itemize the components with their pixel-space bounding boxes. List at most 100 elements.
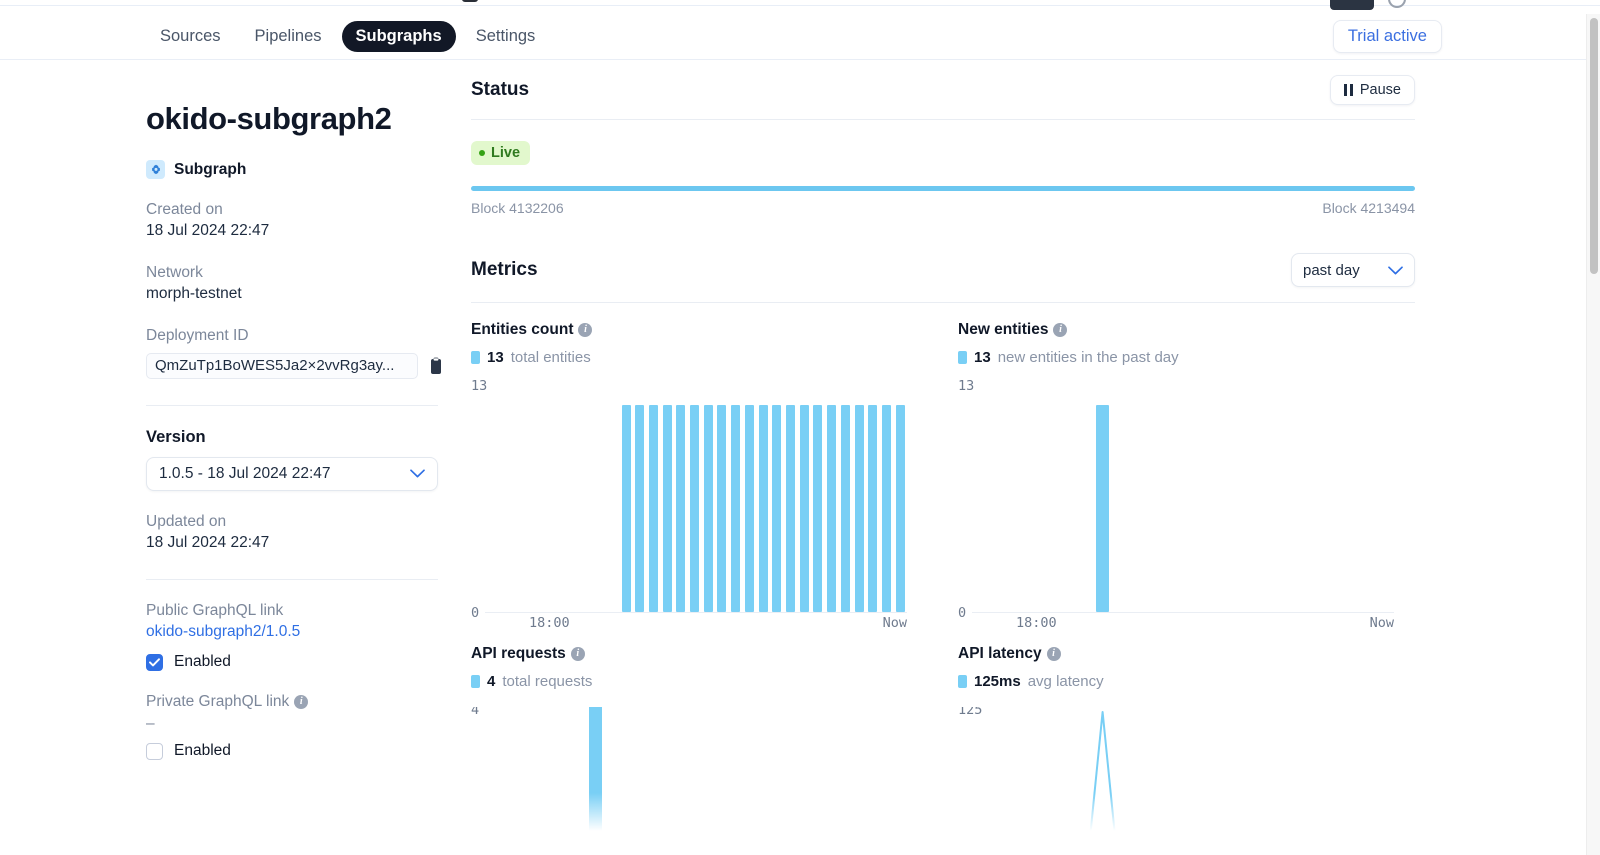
metric-card-entities-count: Entities counti 13 total entities 13 0 1…: [471, 321, 958, 613]
bar-series: [972, 383, 1394, 612]
network-field: Network morph-testnet: [146, 263, 446, 305]
private-graphql-link-field: Private GraphQL linki – Enabled: [146, 692, 446, 760]
public-enabled-label: Enabled: [174, 653, 231, 671]
bar: [800, 405, 809, 612]
x-tick-right: Now: [883, 615, 907, 631]
metric-legend: 4 total requests: [471, 673, 958, 690]
version-heading: Version: [146, 428, 446, 447]
x-tick-left: 18:00: [529, 615, 570, 631]
bar: [882, 405, 891, 612]
browser-chrome-sliver: [0, 0, 1600, 14]
metric-card-api-requests: API requestsi 4 total requests 4: [471, 645, 958, 837]
bar: [622, 405, 631, 612]
status-badge: Live: [471, 141, 530, 165]
y-axis-min-label: 0: [958, 605, 966, 621]
updated-on-label: Updated on: [146, 512, 446, 533]
latency-line: [982, 712, 1384, 837]
version-select-value: 1.0.5 - 18 Jul 2024 22:47: [159, 465, 331, 483]
legend-label: avg latency: [1028, 673, 1104, 690]
updated-on-field: Updated on 18 Jul 2024 22:47: [146, 512, 446, 554]
pause-button[interactable]: Pause: [1330, 75, 1415, 105]
public-graphql-link[interactable]: okido-subgraph2/1.0.5: [146, 622, 446, 643]
private-enabled-checkbox[interactable]: [146, 743, 163, 760]
browser-profile-avatar[interactable]: [1388, 0, 1406, 8]
info-icon[interactable]: i: [571, 647, 585, 661]
nav-right-actions: Trial active: [1333, 20, 1442, 53]
pause-button-label: Pause: [1360, 82, 1401, 98]
subgraph-type-label: Subgraph: [174, 161, 246, 179]
private-graphql-link-label: Private GraphQL linki: [146, 692, 446, 713]
y-axis-min-label: 0: [471, 605, 479, 621]
info-icon[interactable]: i: [294, 695, 308, 709]
bar-series: [485, 383, 907, 612]
metrics-range-select[interactable]: past day: [1291, 253, 1415, 287]
public-graphql-link-field: Public GraphQL link okido-subgraph2/1.0.…: [146, 601, 446, 671]
metrics-grid: Entities counti 13 total entities 13 0 1…: [471, 321, 1415, 837]
block-progress-labels: Block 4132206 Block 4213494: [471, 200, 1415, 216]
metric-legend: 125ms avg latency: [958, 673, 1415, 690]
block-progress-bar: [471, 186, 1415, 191]
tab-settings[interactable]: Settings: [462, 21, 550, 52]
metric-title: Entities counti: [471, 321, 958, 339]
info-icon[interactable]: i: [578, 323, 592, 337]
sidebar-divider: [146, 405, 438, 406]
bar: [663, 405, 672, 612]
sidebar-divider-2: [146, 579, 438, 580]
status-badge-label: Live: [491, 145, 520, 161]
nav-tabs: Sources Pipelines Subgraphs Settings: [146, 21, 549, 52]
bar: [589, 707, 602, 836]
metric-legend: 13 new entities in the past day: [958, 349, 1415, 366]
x-axis-labels: 18:00 Now: [972, 615, 1394, 631]
deployment-id-label: Deployment ID: [146, 326, 446, 347]
metrics-divider: [471, 302, 1415, 303]
deployment-id-field: Deployment ID QmZuTp1BoWES5Ja2×2vvRg3ay.…: [146, 326, 446, 379]
metrics-header: Metrics past day: [471, 238, 1415, 302]
tab-sources[interactable]: Sources: [146, 21, 235, 52]
created-on-label: Created on: [146, 200, 446, 221]
info-icon[interactable]: i: [1047, 647, 1061, 661]
public-graphql-link-label: Public GraphQL link: [146, 601, 446, 622]
metric-legend: 13 total entities: [471, 349, 958, 366]
page-scrollbar-thumb[interactable]: [1590, 18, 1598, 274]
y-axis-max-label: 4: [471, 707, 479, 718]
legend-value: 4: [487, 673, 495, 690]
bar: [731, 405, 740, 612]
public-enabled-checkbox[interactable]: [146, 654, 163, 671]
subgraph-type-badge: Subgraph: [146, 160, 446, 179]
info-icon[interactable]: i: [1053, 323, 1067, 337]
deployment-id-input[interactable]: QmZuTp1BoWES5Ja2×2vvRg3ay...: [146, 353, 418, 379]
bar: [676, 405, 685, 612]
page-title: okido-subgraph2: [146, 101, 446, 137]
bar: [1096, 405, 1109, 612]
tab-subgraphs[interactable]: Subgraphs: [342, 21, 456, 52]
trial-active-button[interactable]: Trial active: [1333, 20, 1442, 53]
created-on-field: Created on 18 Jul 2024 22:47: [146, 200, 446, 242]
x-tick-left: 18:00: [1016, 615, 1057, 631]
legend-swatch-icon: [471, 675, 480, 688]
chart-api-latency: 125: [958, 707, 1394, 837]
private-enabled-row: Enabled: [146, 742, 446, 760]
page-scrollbar[interactable]: [1586, 14, 1600, 855]
metric-title: API requestsi: [471, 645, 958, 663]
browser-tab[interactable]: [462, 0, 478, 2]
metric-card-new-entities: New entitiesi 13 new entities in the pas…: [958, 321, 1415, 613]
chart-entities-count: 13 0 18:00 Now: [471, 383, 907, 613]
bar: [772, 405, 781, 612]
x-axis-labels: 18:00 Now: [485, 615, 907, 631]
x-axis-line: [485, 612, 907, 613]
browser-toolbar-button[interactable]: [1330, 0, 1374, 10]
network-label: Network: [146, 263, 446, 284]
bar: [717, 405, 726, 612]
tab-pipelines[interactable]: Pipelines: [241, 21, 336, 52]
bar: [635, 405, 644, 612]
status-title: Status: [471, 79, 529, 101]
x-axis-line: [972, 612, 1394, 613]
bar: [786, 405, 795, 612]
bar: [841, 405, 850, 612]
bar: [745, 405, 754, 612]
version-select[interactable]: 1.0.5 - 18 Jul 2024 22:47: [146, 457, 438, 491]
clipboard-copy-icon[interactable]: [429, 357, 443, 375]
x-tick-right: Now: [1370, 615, 1394, 631]
legend-label: total requests: [502, 673, 592, 690]
legend-label: total entities: [511, 349, 591, 366]
